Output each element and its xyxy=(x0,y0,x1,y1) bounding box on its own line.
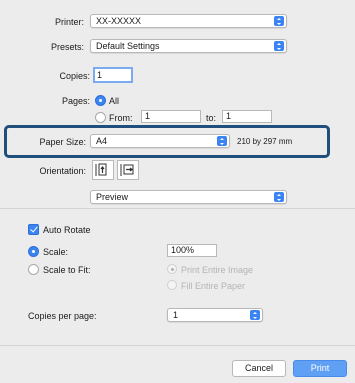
pages-to-label: to: xyxy=(206,113,217,123)
auto-rotate-label: Auto Rotate xyxy=(43,225,91,235)
scale-to-fit-label: Scale to Fit: xyxy=(43,265,91,275)
chevron-updown-icon xyxy=(217,136,227,146)
scale-label: Scale: xyxy=(43,247,69,257)
paper-size-dimensions: 210 by 297 mm xyxy=(237,137,293,146)
section-popup[interactable]: Preview xyxy=(90,190,287,204)
pages-from-field[interactable]: 1 xyxy=(141,110,201,123)
orientation-label: Orientation: xyxy=(39,166,86,176)
pages-range-radio[interactable] xyxy=(95,112,106,123)
print-entire-image-radio[interactable] xyxy=(167,264,177,274)
pages-to-field[interactable]: 1 xyxy=(222,110,272,123)
section-popup-value: Preview xyxy=(96,192,129,202)
cancel-button[interactable]: Cancel xyxy=(232,360,286,377)
auto-rotate-checkbox[interactable] xyxy=(28,224,39,235)
orientation-landscape-button[interactable] xyxy=(117,160,139,180)
presets-popup[interactable]: Default Settings xyxy=(90,39,287,53)
copies-per-page-label: Copies per page: xyxy=(28,311,97,321)
copies-per-page-popup[interactable]: 1 xyxy=(167,308,263,322)
fill-entire-paper-radio[interactable] xyxy=(167,280,177,290)
scale-radio[interactable] xyxy=(28,246,39,257)
section-divider xyxy=(0,208,355,209)
pages-all-label: All xyxy=(109,96,120,106)
orientation-portrait-button[interactable] xyxy=(92,160,114,180)
pages-from-label: From: xyxy=(109,113,133,123)
paper-size-popup[interactable]: A4 xyxy=(90,134,230,148)
chevron-updown-icon xyxy=(274,41,284,51)
footer-divider xyxy=(0,345,355,346)
scale-field[interactable]: 100% xyxy=(167,244,217,257)
printer-popup[interactable]: XX-XXXXX xyxy=(90,14,287,28)
print-entire-image-label: Print Entire Image xyxy=(181,265,254,275)
printer-value: XX-XXXXX xyxy=(96,16,142,26)
copies-label: Copies: xyxy=(59,71,90,81)
pages-all-radio[interactable] xyxy=(95,95,106,106)
copies-field[interactable]: 1 xyxy=(93,67,133,83)
pages-label: Pages: xyxy=(61,96,90,106)
fill-entire-paper-label: Fill Entire Paper xyxy=(181,281,246,291)
chevron-updown-icon xyxy=(274,16,284,26)
printer-label: Printer: xyxy=(54,17,84,27)
landscape-icon xyxy=(120,164,134,176)
chevron-updown-icon xyxy=(250,310,260,320)
portrait-icon xyxy=(95,163,107,176)
presets-label: Presets: xyxy=(50,42,84,52)
chevron-updown-icon xyxy=(274,192,284,202)
scale-to-fit-radio[interactable] xyxy=(28,264,39,275)
paper-size-label: Paper Size: xyxy=(39,137,86,147)
print-button[interactable]: Print xyxy=(293,360,347,377)
paper-size-value: A4 xyxy=(96,136,108,146)
presets-value: Default Settings xyxy=(96,41,160,51)
copies-per-page-value: 1 xyxy=(173,310,179,320)
